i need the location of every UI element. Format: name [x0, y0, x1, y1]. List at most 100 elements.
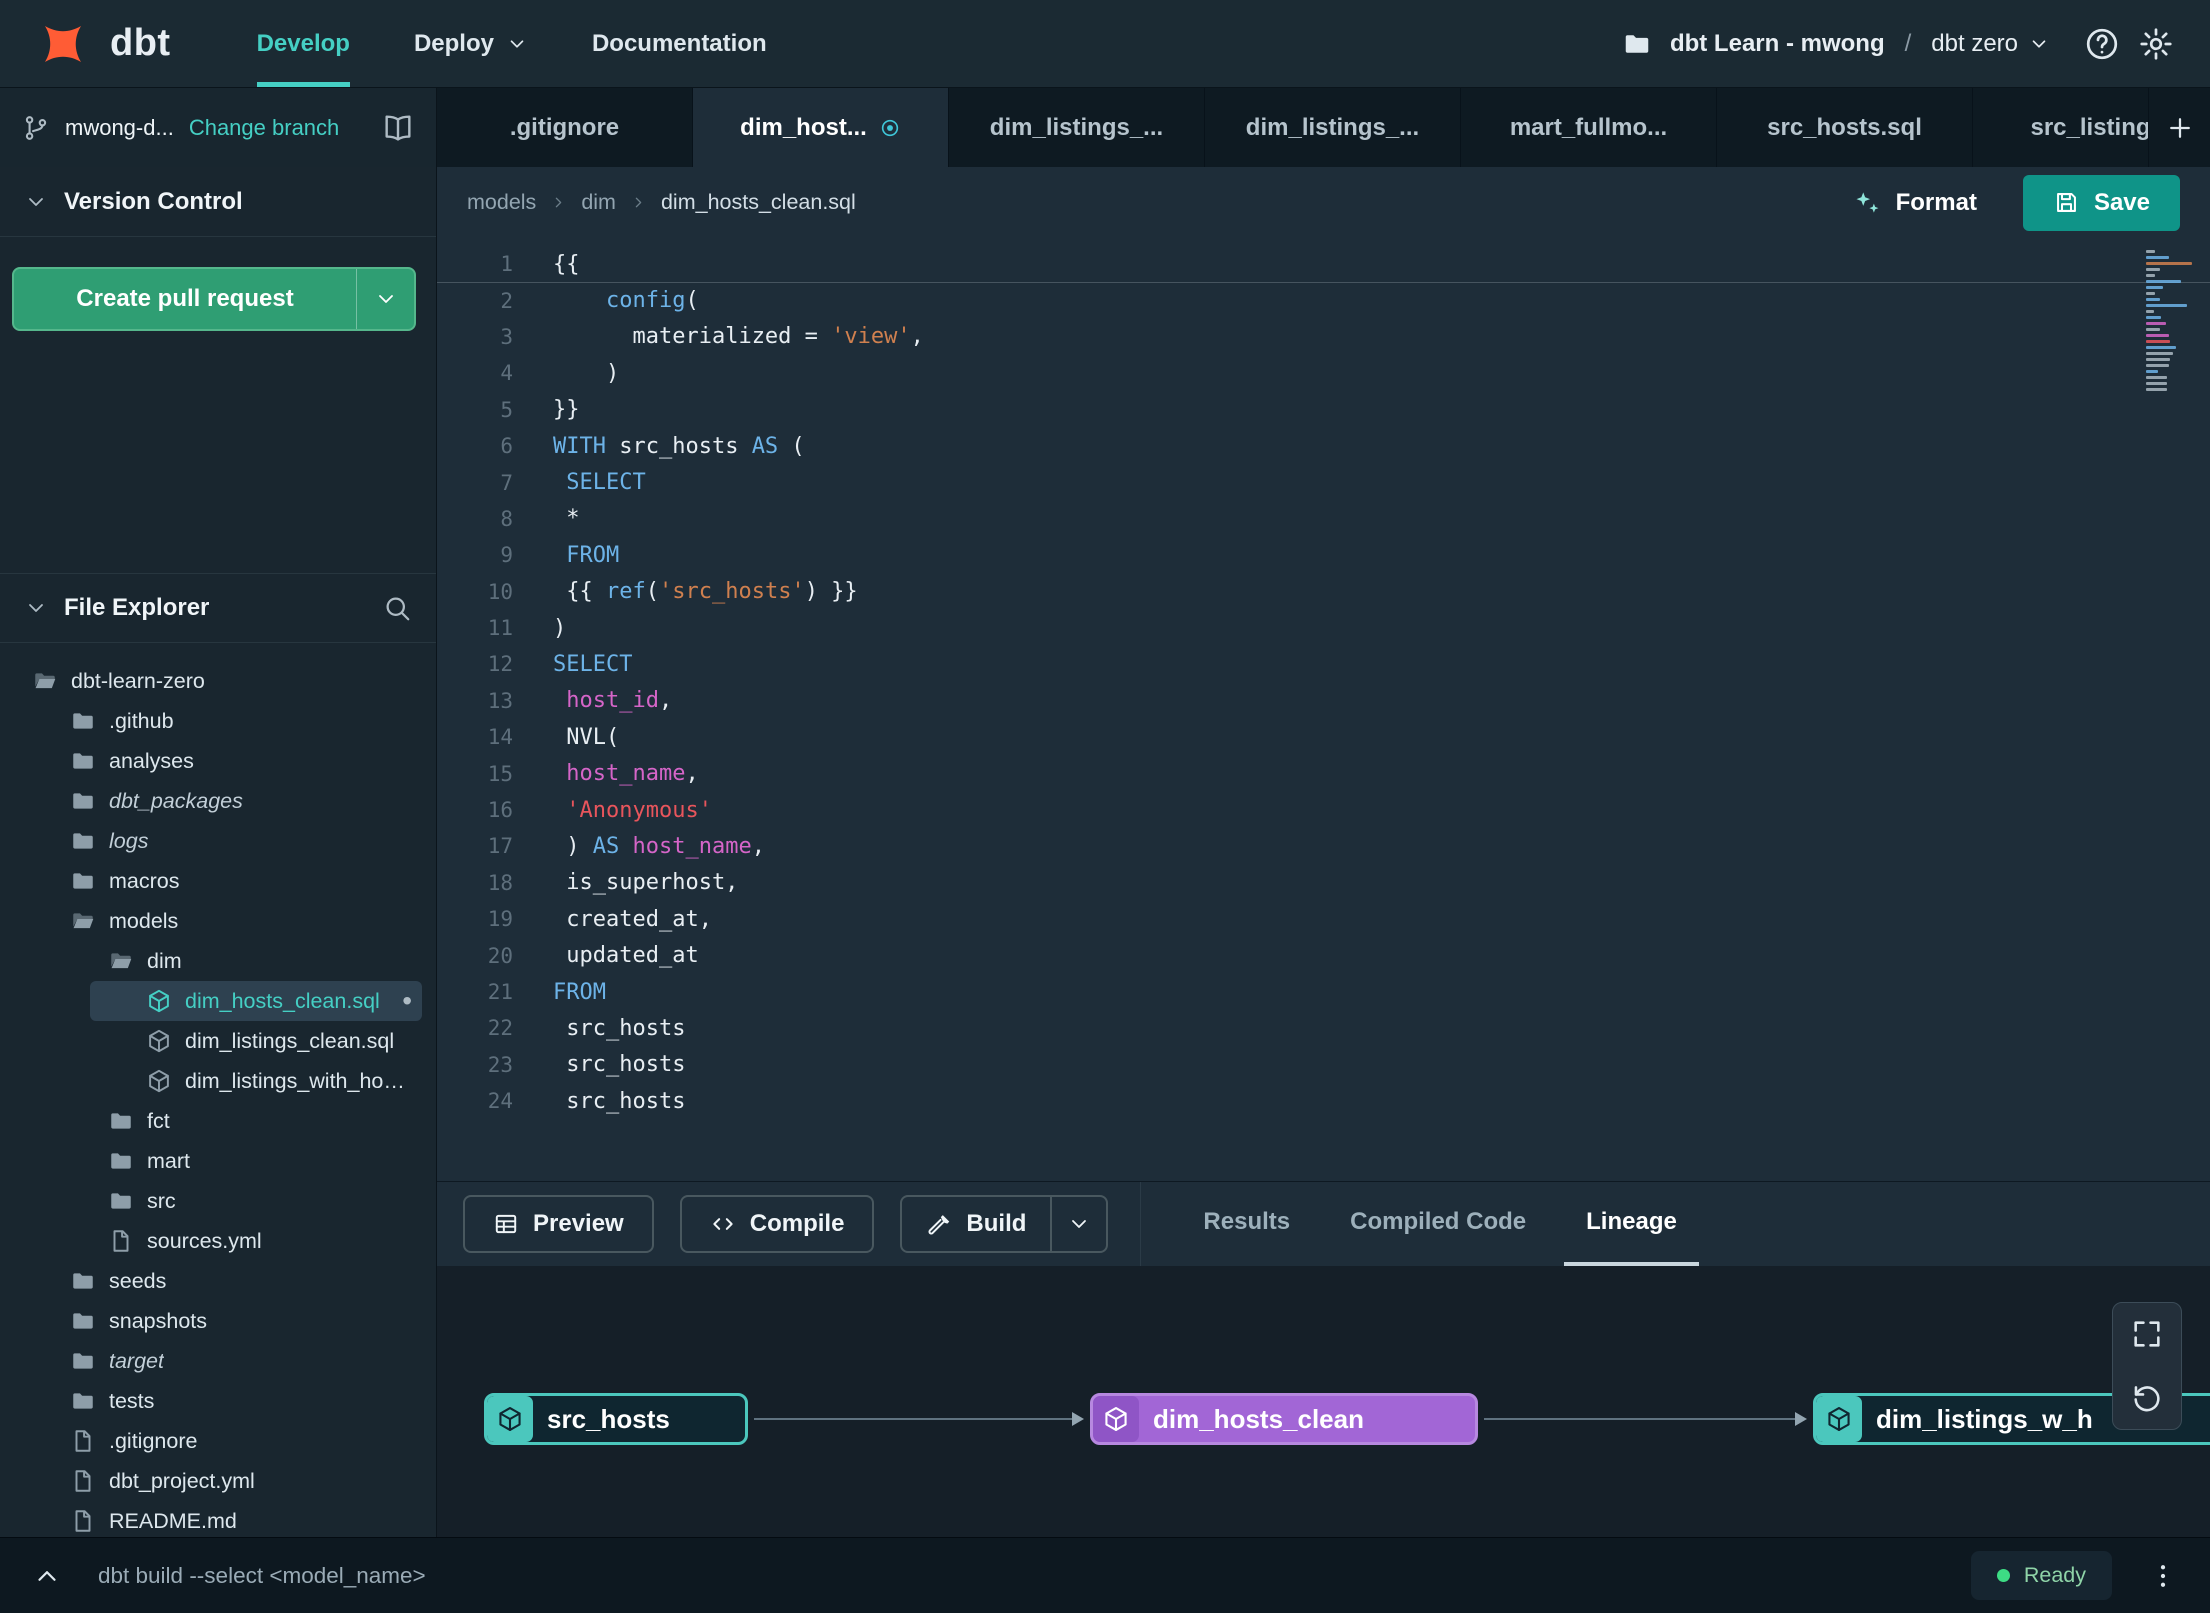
tree-item-dbt-learn-zero[interactable]: dbt-learn-zero	[22, 661, 422, 701]
tree-item-dbt-packages[interactable]: dbt_packages	[22, 781, 422, 821]
tree-item-label: models	[109, 908, 179, 933]
breadcrumb-dim-hosts-clean-sql[interactable]: dim_hosts_clean.sql	[661, 190, 856, 215]
editor-tab-dim-host[interactable]: dim_host...	[693, 88, 949, 167]
breadcrumb-models[interactable]: models	[467, 190, 536, 215]
line-number: 12	[487, 652, 513, 677]
line-number: 11	[487, 616, 513, 641]
file-explorer-header[interactable]: File Explorer	[0, 573, 436, 643]
tree-item-src[interactable]: src	[22, 1181, 422, 1221]
panel-tab-compiled-code[interactable]: Compiled Code	[1328, 1182, 1548, 1266]
fullscreen-button[interactable]	[2130, 1317, 2164, 1351]
tree-item-dbt-project-yml[interactable]: dbt_project.yml	[22, 1461, 422, 1501]
chevron-down-icon	[1072, 1220, 1087, 1228]
tree-item-dim[interactable]: dim	[22, 941, 422, 981]
tree-item-label: src	[147, 1188, 176, 1213]
dbt-logo[interactable]	[36, 0, 90, 87]
tab-label: mart_fullmo...	[1509, 113, 1668, 141]
nav-item-develop[interactable]: Develop	[256, 0, 350, 87]
nav-item-label: Documentation	[591, 29, 767, 57]
chevron-right-icon	[635, 197, 642, 208]
overflow-menu-button[interactable]	[2148, 1561, 2178, 1591]
tree-item-macros[interactable]: macros	[22, 861, 422, 901]
file-search-button[interactable]	[382, 593, 412, 623]
minimap[interactable]	[2146, 250, 2198, 394]
panel-tab-lineage[interactable]: Lineage	[1564, 1182, 1699, 1266]
line-number: 13	[487, 688, 513, 713]
editor-tab-src-hosts-sql[interactable]: src_hosts.sql	[1717, 88, 1973, 167]
create-pr-options-button[interactable]	[356, 269, 414, 329]
version-control-body: Create pull request	[0, 237, 436, 573]
status-bar: dbt build --select <model_name> Ready	[0, 1537, 2210, 1613]
help-button[interactable]	[2084, 26, 2120, 62]
create-pr-button[interactable]: Create pull request	[14, 269, 356, 329]
code-editor[interactable]: 1{{2 config(3 materialized = 'view', 4 ) 5…	[437, 238, 2210, 1181]
editor-tab-dim-listings[interactable]: dim_listings_...	[1205, 88, 1461, 167]
current-branch[interactable]: mwong-d...	[65, 115, 174, 141]
tab-label: dim_listings_...	[1245, 113, 1420, 141]
file-tree: dbt-learn-zero .github analyses dbt_package…	[0, 643, 436, 1537]
tree-item-models[interactable]: models	[22, 901, 422, 941]
expand-command-panel-button[interactable]	[32, 1561, 62, 1591]
code-line-16: 16 'Anonymous'	[437, 792, 2210, 828]
reset-view-button[interactable]	[2130, 1381, 2164, 1415]
tree-item-analyses[interactable]: analyses	[22, 741, 422, 781]
tree-item-github[interactable]: .github	[22, 701, 422, 741]
create-pr-button-group: Create pull request	[12, 267, 416, 331]
change-branch-link[interactable]: Change branch	[189, 115, 339, 141]
editor-tab-dim-listings[interactable]: dim_listings_...	[949, 88, 1205, 167]
tree-item-snapshots[interactable]: snapshots	[22, 1301, 422, 1341]
code-line-1: 1{{	[437, 246, 2210, 282]
tree-item-target[interactable]: target	[22, 1341, 422, 1381]
new-tab-button[interactable]	[2148, 88, 2210, 167]
help-icon	[2086, 28, 2118, 59]
editor-tab-mart-fullmo[interactable]: mart_fullmo...	[1461, 88, 1717, 167]
tree-item-gitignore[interactable]: .gitignore	[22, 1421, 422, 1461]
lineage-node-dim-hosts-clean[interactable]: dim_hosts_clean	[1090, 1393, 1478, 1445]
nav-item-documentation[interactable]: Documentation	[592, 0, 767, 87]
panel-tab-results[interactable]: Results	[1181, 1182, 1312, 1266]
tree-item-sources-yml[interactable]: sources.yml	[22, 1221, 422, 1261]
build-options-button[interactable]	[1050, 1197, 1106, 1251]
project-name[interactable]: dbt Learn - mwong	[1670, 30, 1885, 58]
tab-label: dim_listings_...	[989, 113, 1164, 141]
bottom-toolbar: Preview Compile Build Results Compiled Code…	[437, 1181, 2210, 1266]
tree-item-dim-listings-with-hosts[interactable]: dim_listings_with_hosts...	[22, 1061, 422, 1101]
tree-item-dim-listings-clean-sql[interactable]: dim_listings_clean.sql	[22, 1021, 422, 1061]
folder-open-icon	[111, 953, 132, 969]
chevron-down-icon	[29, 197, 43, 206]
tree-item-tests[interactable]: tests	[22, 1381, 422, 1421]
tree-item-fct[interactable]: fct	[22, 1101, 422, 1141]
branch-icon	[25, 115, 47, 140]
breadcrumb-dim[interactable]: dim	[581, 190, 616, 215]
version-control-header[interactable]: Version Control	[0, 167, 436, 237]
tree-item-dim-hosts-clean-sql[interactable]: dim_hosts_clean.sql •	[22, 981, 422, 1021]
line-number: 7	[500, 470, 513, 495]
editor-tab-gitignore[interactable]: .gitignore	[437, 88, 693, 167]
lineage-edge	[1484, 1412, 1807, 1426]
preview-button[interactable]: Preview	[463, 1195, 654, 1253]
tree-item-label: dim_listings_clean.sql	[185, 1028, 395, 1053]
tree-item-mart[interactable]: mart	[22, 1141, 422, 1181]
version-control-title: Version Control	[64, 187, 243, 215]
folder-icon	[111, 1193, 131, 1209]
environment-selector[interactable]: dbt zero	[1931, 30, 2050, 58]
lineage-canvas[interactable]: src_hosts dim_hosts_clean dim_listings_w_h	[437, 1266, 2210, 1537]
save-button[interactable]: Save	[2022, 174, 2180, 231]
lineage-node-src-hosts[interactable]: src_hosts	[484, 1393, 748, 1445]
tree-item-logs[interactable]: logs	[22, 821, 422, 861]
nav-item-deploy[interactable]: Deploy	[414, 0, 528, 87]
folder-icon	[111, 1153, 131, 1169]
file-icon	[75, 1430, 91, 1452]
file-icon	[75, 1470, 91, 1492]
settings-button[interactable]	[2138, 26, 2174, 62]
tree-item-readme-md[interactable]: README.md	[22, 1501, 422, 1537]
docs-book-button[interactable]	[382, 112, 414, 144]
line-number: 9	[500, 543, 513, 568]
tree-item-label: tests	[109, 1388, 155, 1413]
code-line-21: 21 FROM	[437, 974, 2210, 1010]
tree-item-seeds[interactable]: seeds	[22, 1261, 422, 1301]
build-button[interactable]: Build	[902, 1197, 1050, 1251]
format-button[interactable]: Format	[1852, 188, 1977, 218]
chevron-down-icon	[2032, 39, 2046, 48]
compile-button[interactable]: Compile	[679, 1195, 875, 1253]
